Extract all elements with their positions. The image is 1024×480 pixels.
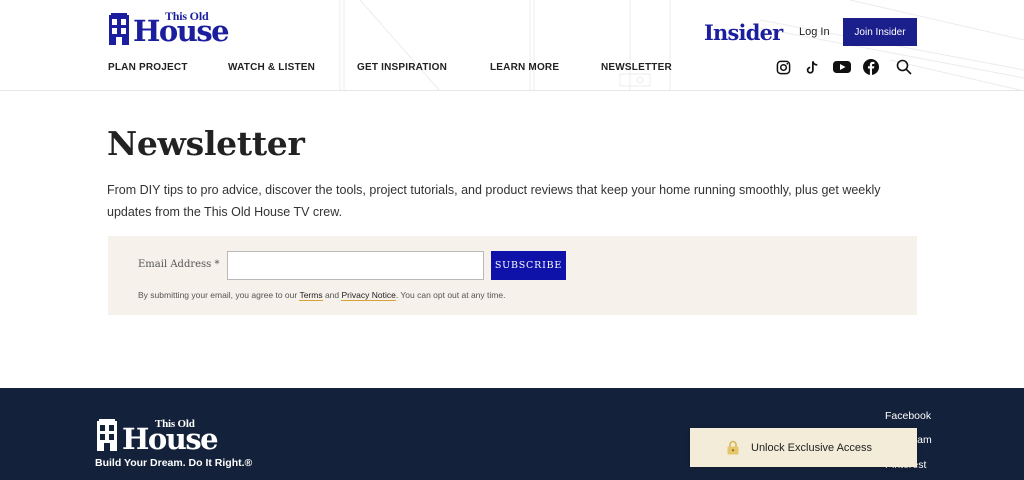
search-icon[interactable] (895, 58, 913, 76)
login-link[interactable]: Log In (799, 26, 830, 38)
email-label: Email Address * (138, 259, 220, 270)
subscribe-button[interactable]: SUBSCRIBE (491, 251, 566, 280)
privacy-notice-link[interactable]: Privacy Notice (341, 290, 396, 301)
footer-logo[interactable]: This Old House (95, 412, 250, 456)
footer-logo-big-text: House (122, 422, 219, 456)
instagram-icon[interactable] (774, 58, 792, 76)
join-insider-button[interactable]: Join Insider (843, 18, 917, 46)
footer-link-facebook[interactable]: Facebook (885, 410, 931, 422)
nav-item-learn-more[interactable]: LEARN MORE (490, 62, 559, 73)
newsletter-form: Email Address * SUBSCRIBE By submitting … (108, 236, 917, 315)
site-header: This Old House Insider Log In Join Insid… (0, 0, 1024, 91)
nav-item-plan-project[interactable]: PLAN PROJECT (108, 62, 188, 73)
blueprint-decoration (339, 0, 1024, 90)
page-title: Newsletter (107, 124, 305, 163)
lock-icon (727, 440, 739, 455)
youtube-icon[interactable] (833, 58, 851, 76)
unlock-access-label: Unlock Exclusive Access (751, 441, 873, 454)
nav-item-newsletter[interactable]: NEWSLETTER (601, 62, 672, 73)
email-input[interactable] (227, 251, 484, 280)
insider-brand-link[interactable]: Insider (704, 20, 783, 45)
logo-big-text: House (133, 14, 230, 48)
nav-item-watch-listen[interactable]: WATCH & LISTEN (228, 62, 315, 73)
house-logo-icon (97, 419, 117, 451)
site-logo[interactable]: This Old House (108, 9, 261, 48)
house-logo-icon (109, 13, 129, 45)
footer-tagline: Build Your Dream. Do It Right.® (95, 457, 253, 469)
intro-paragraph: From DIY tips to pro advice, discover th… (107, 183, 881, 219)
facebook-icon[interactable] (862, 58, 880, 76)
tiktok-icon[interactable] (803, 58, 821, 76)
unlock-access-banner[interactable]: Unlock Exclusive Access (690, 428, 917, 467)
nav-item-get-inspiration[interactable]: GET INSPIRATION (357, 62, 447, 73)
disclaimer-text: By submitting your email, you agree to o… (138, 290, 506, 301)
terms-link[interactable]: Terms (299, 290, 323, 301)
